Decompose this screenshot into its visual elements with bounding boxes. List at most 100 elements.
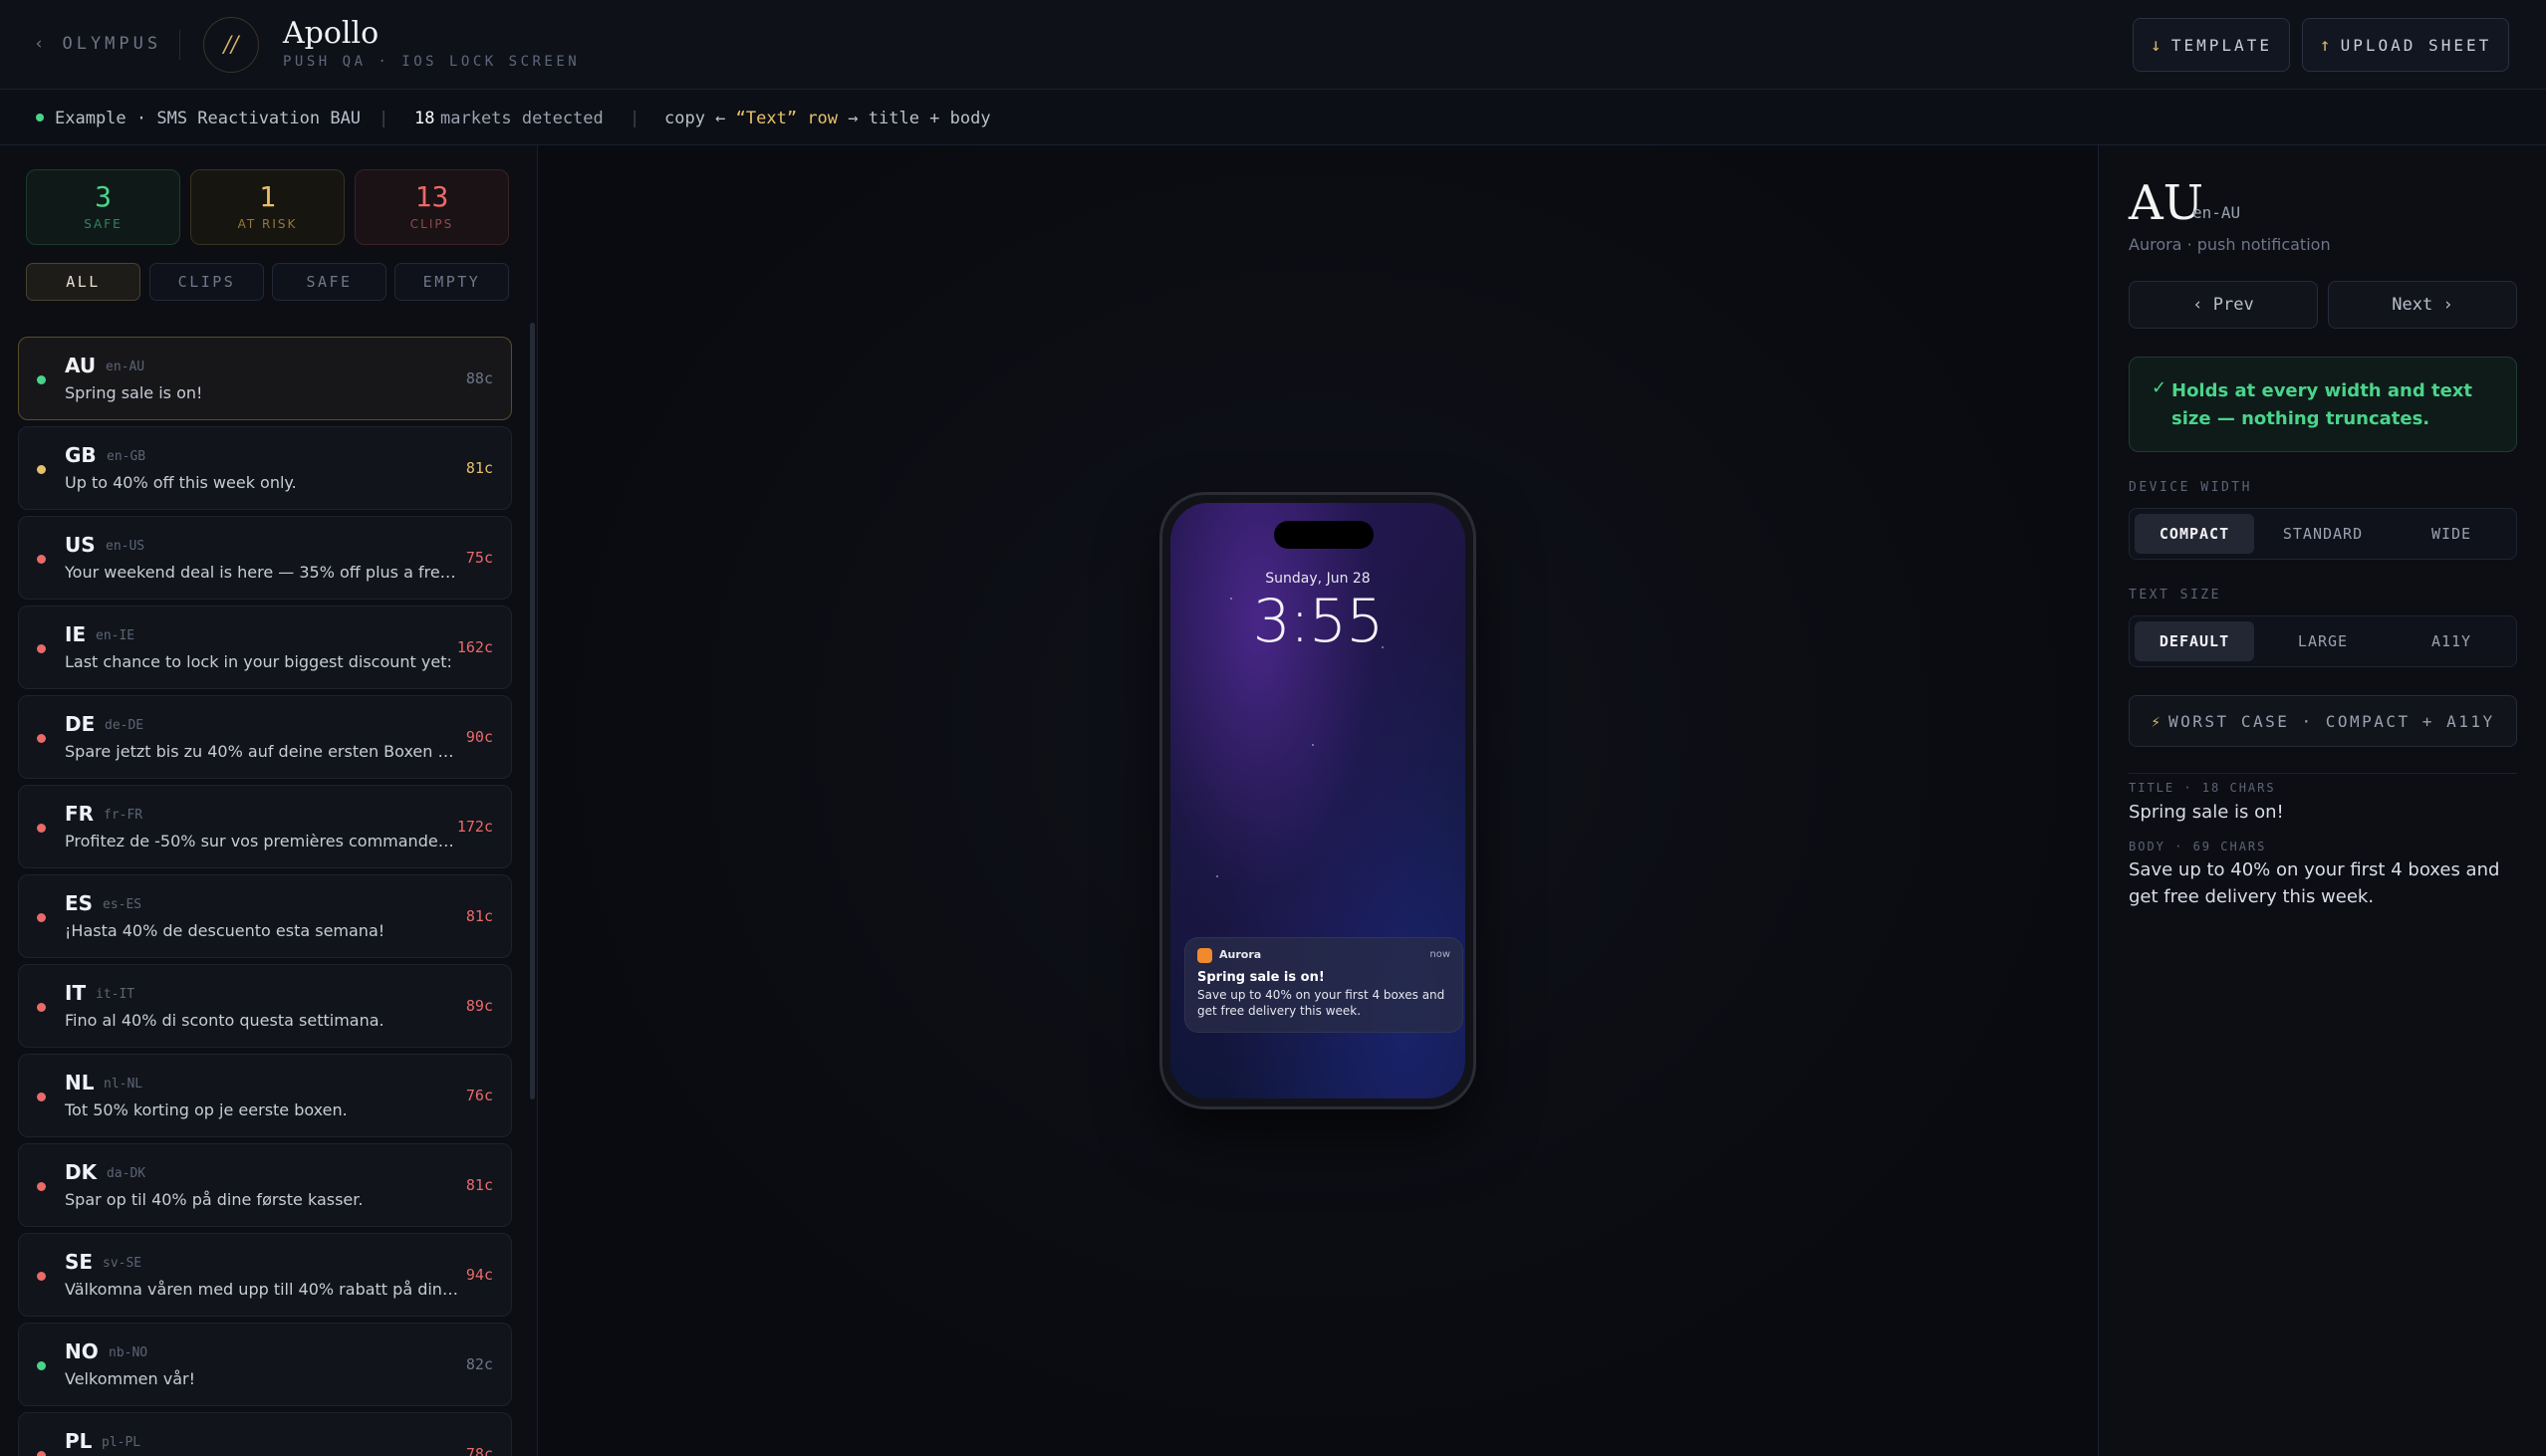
lock-screen: Sunday, Jun 28 3:55 Aurora now Spring sa… (1170, 503, 1465, 1098)
market-row-dk[interactable]: DK da-DK Spar op til 40% på dine første ka… (18, 1143, 512, 1227)
status-dot (37, 734, 46, 743)
market-list-scrollbar[interactable] (530, 323, 535, 1099)
filter-safe[interactable]: SAFE (272, 263, 386, 301)
stat-clips-value: 13 (414, 180, 449, 213)
market-row-ie[interactable]: IE en-IE Last chance to lock in your bigge… (18, 606, 512, 689)
status-dot (36, 114, 44, 121)
template-button[interactable]: ↓ TEMPLATE (2133, 18, 2290, 72)
market-locale: da-DK (107, 1166, 146, 1181)
char-count: 162c (456, 638, 493, 656)
push-notification[interactable]: Aurora now Spring sale is on! Save up to… (1184, 937, 1463, 1033)
status-dot (37, 1003, 46, 1012)
text-size-label: TEXT SIZE (2129, 588, 2221, 603)
status-dot (37, 913, 46, 922)
market-text: Last chance to lock in your biggest disc… (65, 652, 452, 671)
market-code: IE (65, 622, 87, 646)
copy-row-name: “Text” row (735, 109, 839, 128)
market-row-fr[interactable]: FR fr-FR Profitez de -50% sur vos première… (18, 785, 512, 868)
text-size-large[interactable]: LARGE (2263, 621, 2383, 661)
text-size-a11y[interactable]: A11Y (2392, 621, 2511, 661)
char-count: 90c (465, 728, 493, 746)
prev-button[interactable]: ‹ Prev (2129, 281, 2318, 329)
char-count: 88c (465, 369, 493, 387)
copy-prefix: copy ← (664, 109, 726, 128)
market-row-us[interactable]: US en-US Your weekend deal is here — 35% o… (18, 516, 512, 600)
filter-empty[interactable]: EMPTY (394, 263, 509, 301)
stat-safe[interactable]: 3 SAFE (26, 169, 180, 245)
market-text: Your weekend deal is here — 35% off plus… (65, 563, 463, 582)
market-row-au[interactable]: AU en-AU Spring sale is on! 88c (18, 337, 512, 420)
notif-body: Save up to 40% on your first 4 boxes and… (1197, 988, 1445, 1018)
market-row-es[interactable]: ES es-ES ¡Hasta 40% de descuento esta sema… (18, 874, 512, 958)
market-text: Velkommen vår! (65, 1369, 195, 1388)
upload-sheet-button[interactable]: ↑ UPLOAD SHEET (2302, 18, 2509, 72)
check-icon: ✓ (2152, 377, 2167, 398)
market-code: SE (65, 1250, 94, 1274)
app-subtitle: PUSH QA · IOS LOCK SCREEN (283, 54, 581, 70)
stat-safe-value: 3 (95, 180, 112, 213)
market-locale: sv-SE (103, 1256, 142, 1271)
device-width-wide[interactable]: WIDE (2392, 514, 2511, 554)
status-dot (37, 1272, 46, 1281)
market-row-pl[interactable]: PL pl-PL 78c (18, 1412, 512, 1456)
market-text: Fino al 40% di sconto questa settimana. (65, 1011, 384, 1030)
market-locale: en-US (106, 539, 145, 554)
market-row-it[interactable]: IT it-IT Fino al 40% di sconto questa sett… (18, 964, 512, 1048)
stat-at-risk-value: 1 (259, 180, 276, 213)
status-dot (37, 1182, 46, 1191)
market-code: US (65, 533, 96, 557)
stat-clips[interactable]: 13 CLIPS (355, 169, 509, 245)
worst-case-button[interactable]: ⚡ WORST CASE · COMPACT + A11Y (2129, 695, 2517, 747)
device-width-label: DEVICE WIDTH (2129, 480, 2252, 495)
market-locale: en-GB (107, 449, 146, 464)
market-code: IT (65, 981, 87, 1005)
char-count: 82c (465, 1355, 493, 1373)
stat-at-risk[interactable]: 1 AT RISK (190, 169, 345, 245)
status-dot (37, 644, 46, 653)
detail-locale: en-AU (2192, 203, 2241, 222)
detail-panel: AU en-AU Aurora · push notification ‹ Pr… (2098, 145, 2546, 1456)
download-icon: ↓ (2151, 34, 2162, 56)
stat-clips-label: CLIPS (409, 217, 454, 231)
market-text: Spare jetzt bis zu 40% auf deine ersten … (65, 742, 463, 761)
market-sidebar: 3 SAFE 1 AT RISK 13 CLIPS ALL CLIPS SAFE… (0, 145, 538, 1456)
back-link-olympus[interactable]: ‹ OLYMPUS (34, 34, 161, 54)
market-text: Spar op til 40% på dine første kasser. (65, 1190, 364, 1209)
filter-all[interactable]: ALL (26, 263, 140, 301)
app-icon (1197, 948, 1212, 963)
body-field-value: Save up to 40% on your first 4 boxes and… (2129, 859, 2500, 907)
market-locale: en-IE (96, 628, 135, 643)
copy-mapping: copy ← “Text” row → title + body (664, 109, 991, 128)
worst-case-label: WORST CASE · COMPACT + A11Y (2168, 711, 2495, 731)
upload-icon: ↑ (2319, 34, 2331, 56)
status-dot (37, 465, 46, 474)
dynamic-island (1274, 521, 1374, 549)
app-title: Apollo (283, 16, 380, 51)
market-row-se[interactable]: SE sv-SE Välkomna våren med upp till 40% r… (18, 1233, 512, 1317)
market-row-de[interactable]: DE de-DE Spare jetzt bis zu 40% auf deine … (18, 695, 512, 779)
filter-clips[interactable]: CLIPS (149, 263, 264, 301)
notif-time: now (1429, 949, 1450, 960)
market-row-no[interactable]: NO nb-NO Velkommen vår! 82c (18, 1323, 512, 1406)
market-locale: es-ES (103, 897, 142, 912)
device-width-standard[interactable]: STANDARD (2263, 514, 2383, 554)
status-dot (37, 824, 46, 833)
market-text: Up to 40% off this week only. (65, 473, 297, 492)
notif-app-name: Aurora (1219, 948, 1262, 961)
stat-at-risk-label: AT RISK (237, 217, 298, 231)
text-size-default[interactable]: DEFAULT (2135, 621, 2254, 661)
template-button-label: TEMPLATE (2170, 35, 2272, 55)
title-field-value: Spring sale is on! (2129, 802, 2284, 823)
char-count: 75c (465, 549, 493, 567)
iphone-frame: Sunday, Jun 28 3:55 Aurora now Spring sa… (1159, 492, 1476, 1109)
stat-safe-label: SAFE (84, 217, 123, 231)
device-width-compact[interactable]: COMPACT (2135, 514, 2254, 554)
market-locale: nb-NO (109, 1345, 148, 1360)
market-locale: nl-NL (104, 1077, 143, 1092)
next-button[interactable]: Next › (2328, 281, 2517, 329)
char-count: 89c (465, 997, 493, 1015)
truncation-status-text: Holds at every width and text size — not… (2171, 380, 2473, 429)
market-text: Tot 50% korting op je eerste boxen. (65, 1100, 348, 1119)
market-row-nl[interactable]: NL nl-NL Tot 50% korting op je eerste boxe… (18, 1054, 512, 1137)
market-row-gb[interactable]: GB en-GB Up to 40% off this week only. 81c (18, 426, 512, 510)
